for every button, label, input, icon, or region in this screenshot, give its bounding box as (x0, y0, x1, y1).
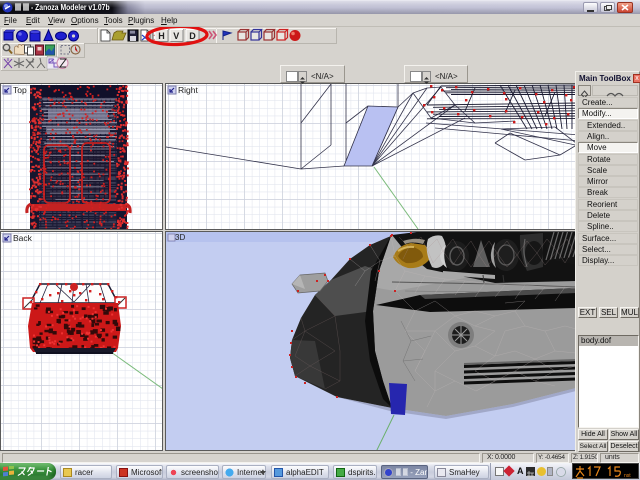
svg-text:Back: Back (13, 233, 33, 243)
svg-text:V: V (173, 31, 179, 41)
svg-text:Right: Right (178, 85, 198, 95)
svg-text:Top: Top (13, 85, 27, 95)
svg-text:H: H (158, 31, 165, 41)
svg-text:D: D (189, 31, 196, 41)
svg-text:3D: 3D (175, 233, 185, 242)
svg-text:nst: nst (624, 473, 631, 479)
